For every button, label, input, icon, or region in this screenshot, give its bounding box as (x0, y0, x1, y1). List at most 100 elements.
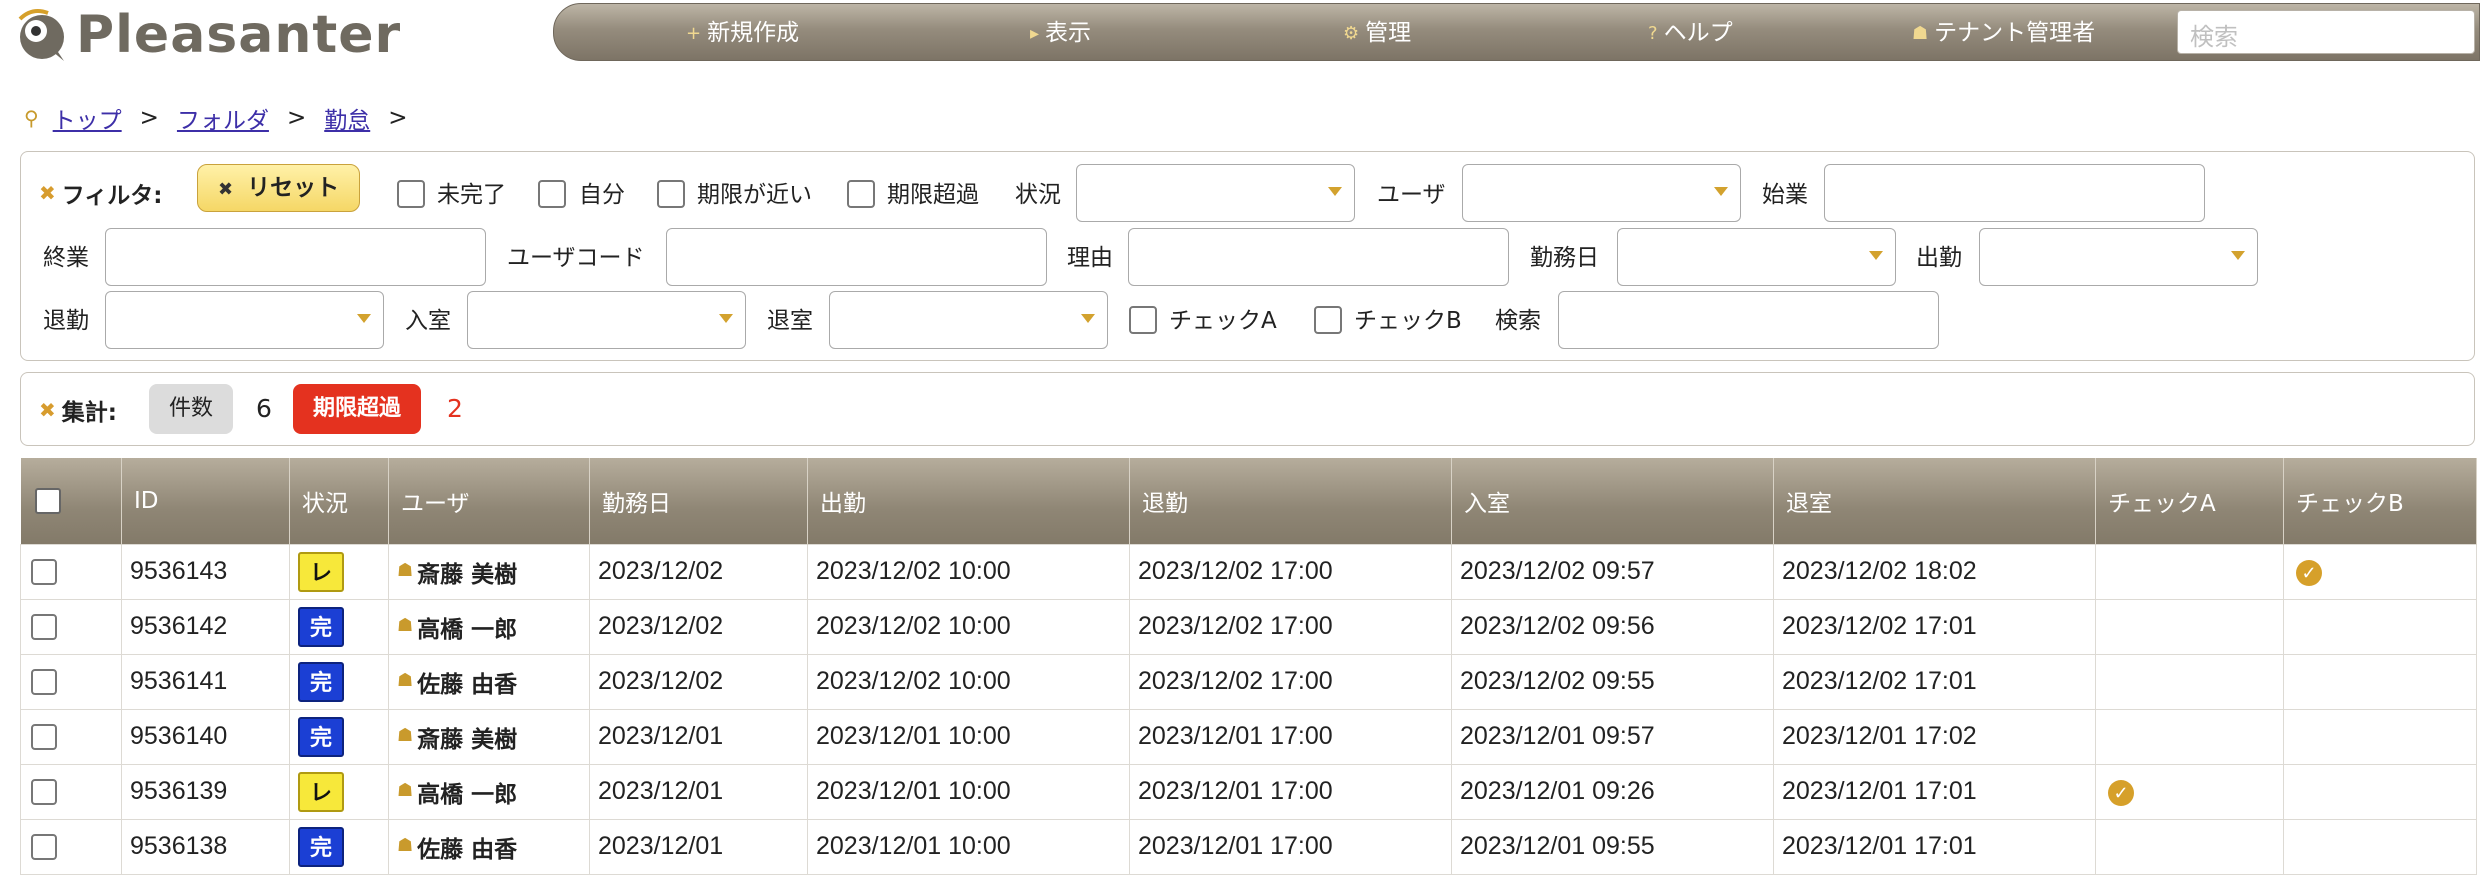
table-row[interactable]: 9536138 完 ☗ 佐藤 由香 2023/12/01 2023/12/01 1… (20, 818, 2477, 875)
breadcrumb-top[interactable]: トップ (53, 101, 122, 135)
clock-in-cell: 2023/12/01 10:00 (807, 708, 1130, 765)
user-name: 佐藤 由香 (417, 836, 518, 863)
clock-out-filter-label: 退勤 (43, 308, 89, 334)
reason-filter-input[interactable] (1128, 228, 1509, 286)
row-checkbox[interactable] (31, 614, 57, 641)
work-date-cell: 2023/12/01 (589, 818, 808, 875)
breadcrumb-separator: > (388, 105, 408, 131)
nav-manage-label: 管理 (1365, 20, 1412, 46)
row-checkbox[interactable] (31, 724, 57, 751)
start-filter-label: 始業 (1762, 182, 1808, 208)
filter-title[interactable]: ✖ フィルタ: (39, 176, 163, 210)
status-badge: 完 (298, 661, 344, 702)
nav-new[interactable]: + 新規作成 (686, 4, 799, 62)
work-date-filter-select[interactable] (1617, 228, 1896, 286)
work-date-cell: 2023/12/02 (589, 653, 808, 710)
reset-button[interactable]: ✖ リセット (197, 164, 361, 212)
row-checkbox[interactable] (31, 779, 57, 806)
check-a-cell (2095, 543, 2284, 600)
clock-out-filter-select[interactable] (105, 291, 384, 349)
table-row[interactable]: 9536140 完 ☗ 斎藤 美樹 2023/12/01 2023/12/01 1… (20, 708, 2477, 765)
nav-help[interactable]: ? ヘルプ (1648, 4, 1733, 62)
select-all-checkbox[interactable] (34, 488, 61, 514)
status-cell: 完 (289, 818, 389, 875)
chevron-down-icon (1869, 251, 1883, 260)
room-out-filter-select[interactable] (829, 291, 1108, 349)
column-header-check-a[interactable]: チェックA (2095, 458, 2284, 544)
table-row[interactable]: 9536143 レ ☗ 斎藤 美樹 2023/12/02 2023/12/02 1… (20, 543, 2477, 600)
nav-view[interactable]: ▸ 表示 (1030, 4, 1091, 62)
breadcrumb-attendance[interactable]: 勤怠 (324, 101, 370, 135)
row-select-cell (20, 763, 122, 820)
end-filter-input[interactable] (105, 228, 486, 286)
room-out-cell: 2023/12/02 18:02 (1773, 543, 2096, 600)
check-b-cell (2283, 708, 2477, 765)
check-b-cell (2283, 653, 2477, 710)
user-cell: ☗ 高橋 一郎 (388, 763, 590, 820)
aggregation-title[interactable]: ✖ 集計: (39, 393, 117, 427)
user-icon: ☗ (397, 559, 414, 581)
check-icon: ✓ (2108, 780, 2134, 806)
status-filter-select[interactable] (1076, 164, 1355, 222)
column-header-id[interactable]: ID (121, 458, 290, 544)
check-b-cell: ✓ (2283, 543, 2477, 600)
user-filter-select[interactable] (1462, 164, 1741, 222)
overdue-badge[interactable]: 期限超過 (293, 384, 422, 434)
user-code-filter-input[interactable] (666, 228, 1047, 286)
user-name: 斎藤 美樹 (417, 561, 518, 588)
column-header-check-b[interactable]: チェックB (2283, 458, 2477, 544)
row-select-cell (20, 818, 122, 875)
table-row[interactable]: 9536141 完 ☗ 佐藤 由香 2023/12/02 2023/12/02 1… (20, 653, 2477, 710)
user-icon: ☗ (397, 614, 414, 636)
check-a-checkbox[interactable] (1129, 306, 1157, 334)
count-badge[interactable]: 件数 (149, 384, 234, 434)
room-in-filter-select[interactable] (467, 291, 746, 349)
room-out-cell: 2023/12/02 17:01 (1773, 653, 2096, 710)
room-in-cell: 2023/12/01 09:55 (1451, 818, 1774, 875)
row-checkbox[interactable] (31, 559, 57, 586)
chevron-down-icon (1081, 314, 1095, 323)
near-due-checkbox[interactable] (657, 180, 685, 208)
status-badge: 完 (298, 826, 344, 867)
app-logo[interactable]: Pleasanter (12, 4, 401, 66)
column-header-room-in[interactable]: 入室 (1451, 458, 1774, 544)
chevron-down-icon (2231, 251, 2245, 260)
main-navbar: + 新規作成 ▸ 表示 ⚙ 管理 ? ヘルプ ☗ テナント管理者 検索 (553, 3, 2480, 61)
room-out-cell: 2023/12/01 17:01 (1773, 763, 2096, 820)
column-header-clock-in[interactable]: 出勤 (807, 458, 1130, 544)
start-filter-input[interactable] (1824, 164, 2205, 222)
table-row[interactable]: 9536139 レ ☗ 高橋 一郎 2023/12/01 2023/12/01 1… (20, 763, 2477, 820)
row-select-cell (20, 653, 122, 710)
clock-out-cell: 2023/12/02 17:00 (1129, 543, 1452, 600)
status-cell: 完 (289, 708, 389, 765)
id-cell: 9536143 (121, 543, 290, 600)
status-cell: レ (289, 763, 389, 820)
work-date-filter-label: 勤務日 (1530, 245, 1599, 271)
breadcrumb-folder[interactable]: フォルダ (177, 101, 269, 135)
row-checkbox[interactable] (31, 669, 57, 696)
incomplete-checkbox[interactable] (397, 180, 425, 208)
table-row[interactable]: 9536142 完 ☗ 高橋 一郎 2023/12/02 2023/12/02 1… (20, 598, 2477, 655)
row-select-cell (20, 598, 122, 655)
user-cell: ☗ 高橋 一郎 (388, 598, 590, 655)
app-name: Pleasanter (76, 5, 402, 65)
search-input[interactable]: 検索 (2177, 10, 2475, 54)
column-header-status[interactable]: 状況 (289, 458, 389, 544)
user-cell: ☗ 佐藤 由香 (388, 653, 590, 710)
column-header-user[interactable]: ユーザ (388, 458, 590, 544)
user-icon: ☗ (397, 724, 414, 746)
search-filter-input[interactable] (1558, 291, 1939, 349)
nav-manage[interactable]: ⚙ 管理 (1343, 4, 1411, 62)
column-header-work-date[interactable]: 勤務日 (589, 458, 808, 544)
overdue-checkbox[interactable] (847, 180, 875, 208)
column-header-room-out[interactable]: 退室 (1773, 458, 2096, 544)
nav-tenant-admin[interactable]: ☗ テナント管理者 (1912, 4, 2095, 62)
check-b-checkbox[interactable] (1314, 306, 1342, 334)
user-cell: ☗ 斎藤 美樹 (388, 708, 590, 765)
mine-checkbox[interactable] (538, 180, 566, 208)
column-header-clock-out[interactable]: 退勤 (1129, 458, 1452, 544)
row-checkbox[interactable] (31, 834, 57, 861)
user-name: 斎藤 美樹 (417, 726, 518, 753)
clock-in-cell: 2023/12/02 10:00 (807, 653, 1130, 710)
clock-in-filter-select[interactable] (1979, 228, 2258, 286)
